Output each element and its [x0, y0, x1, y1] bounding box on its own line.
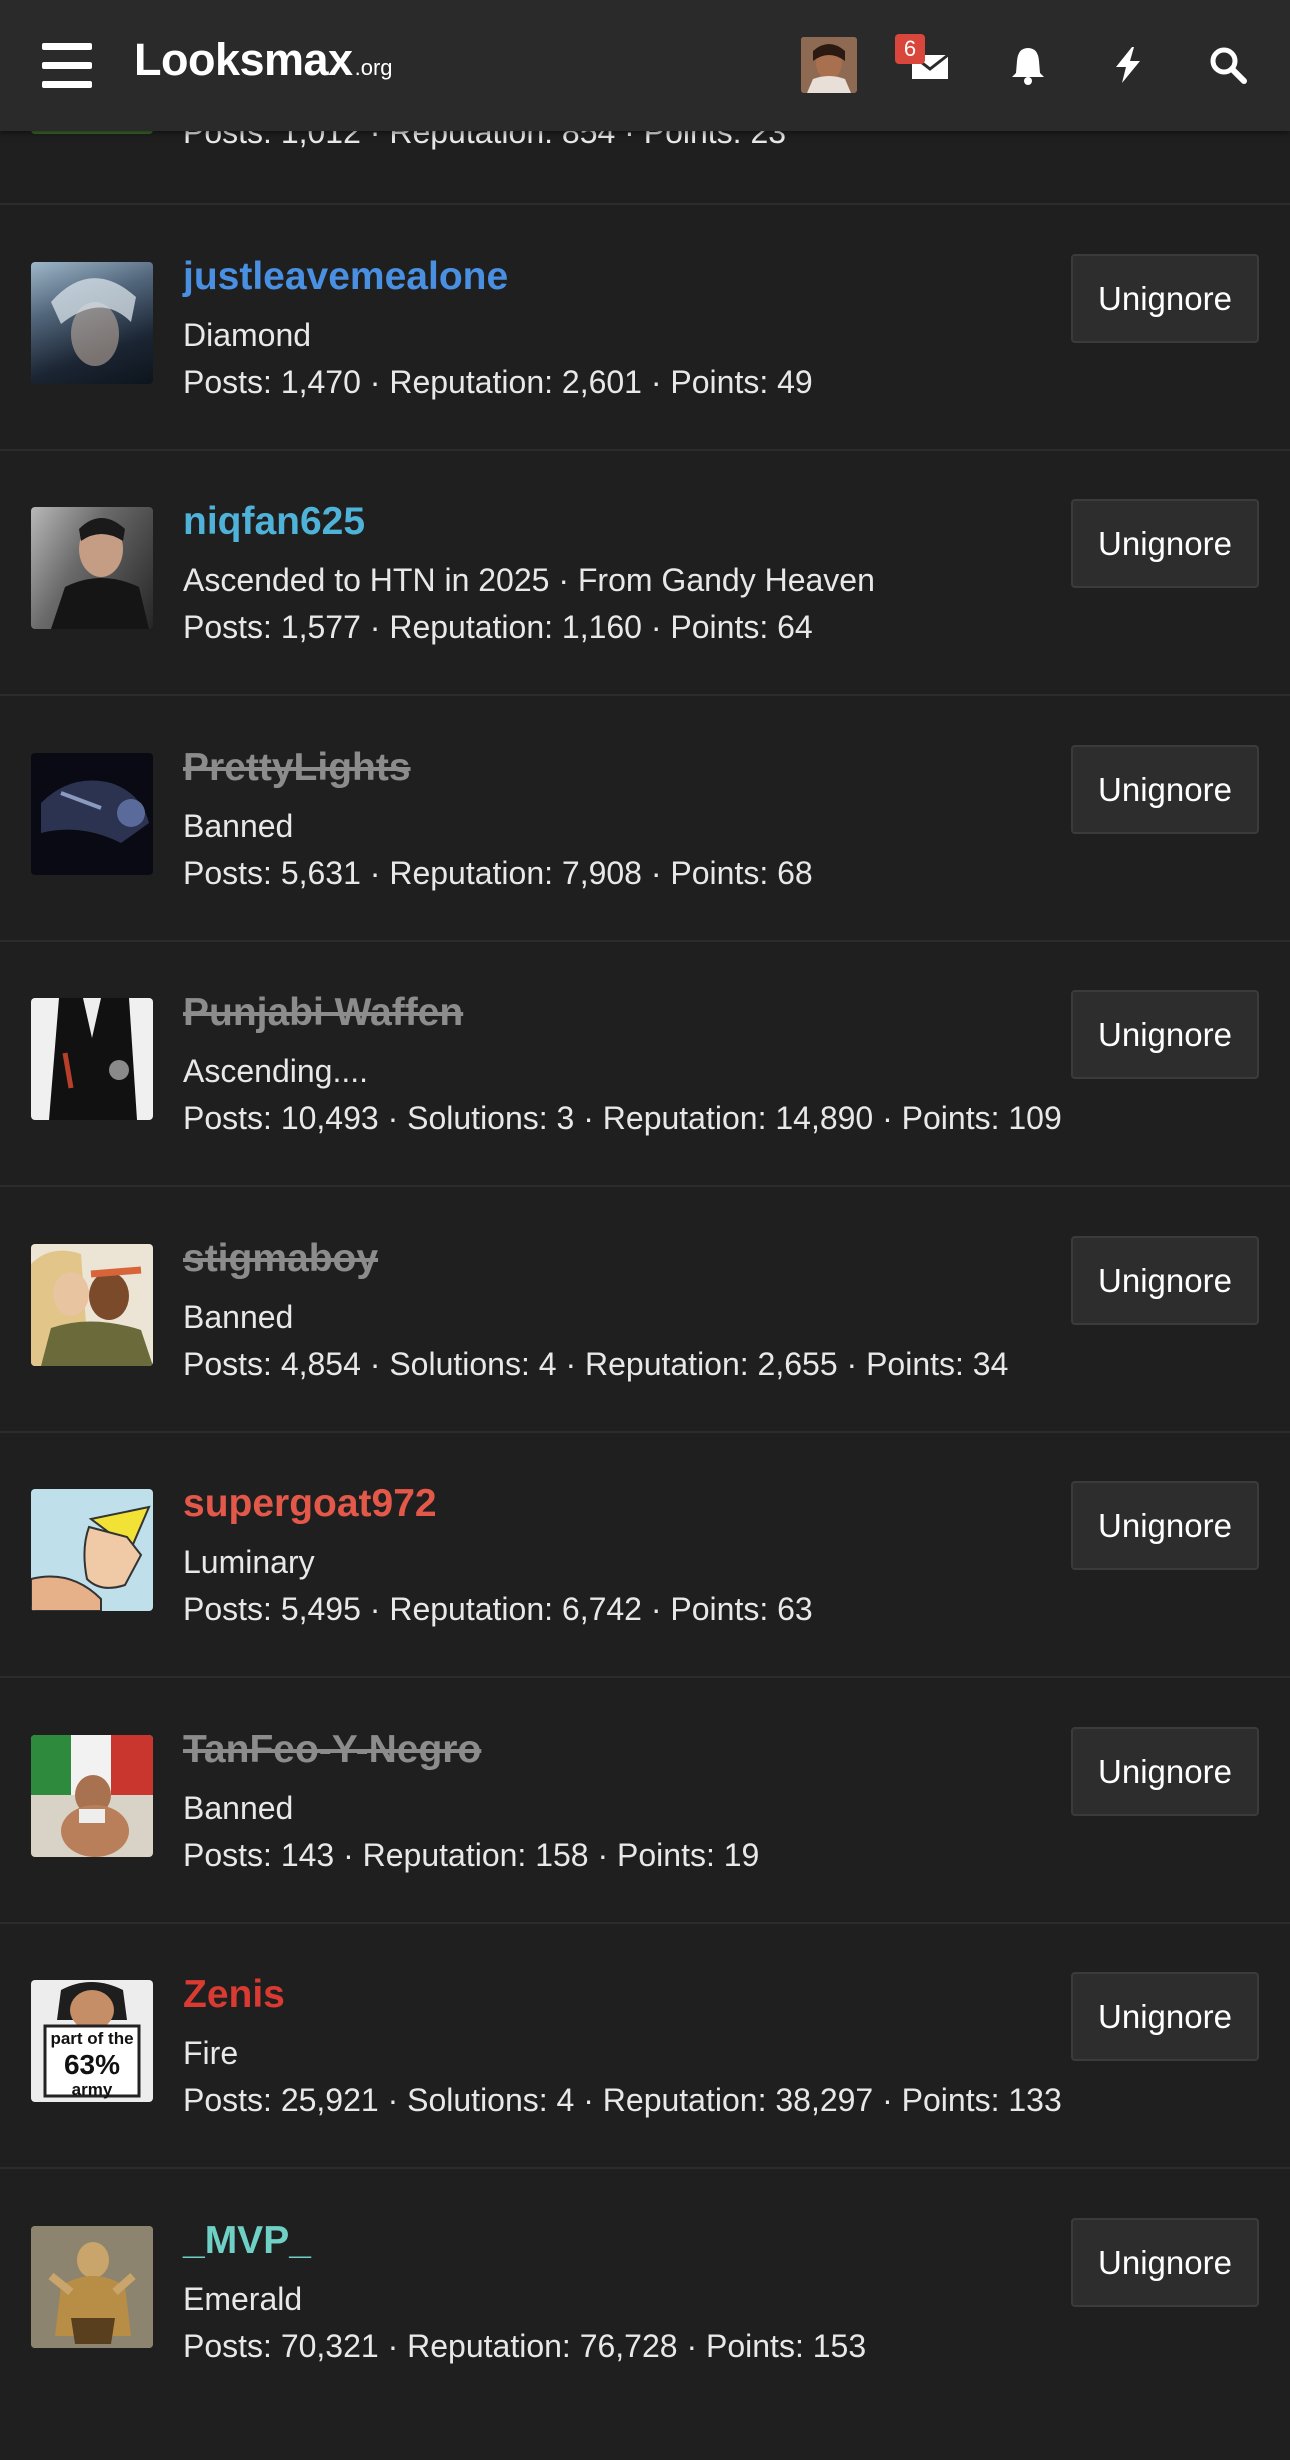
unignore-button[interactable]: Unignore: [1071, 745, 1259, 834]
user-title: Diamond: [183, 317, 312, 353]
site-logo[interactable]: Lᴏᴏksmax.org: [134, 34, 393, 94]
search-icon: [1210, 47, 1247, 84]
avatar[interactable]: [31, 507, 153, 629]
top-navigation-bar: Lᴏᴏksmax.org 6: [0, 0, 1290, 131]
user-title: Ascended to HTN in 2025 · From Gandy Hea…: [183, 562, 875, 598]
username[interactable]: Zenis: [183, 1973, 285, 2017]
username[interactable]: niqfan625: [183, 500, 365, 544]
list-item: TanFeo-Y-Negro Banned Posts: 143 · Reput…: [0, 1680, 1290, 1924]
account-avatar[interactable]: [801, 37, 857, 93]
user-title: Fire: [183, 2035, 239, 2071]
unignore-button[interactable]: Unignore: [1071, 1481, 1259, 1570]
user-title: Luminary: [183, 1544, 315, 1580]
username[interactable]: TanFeo-Y-Negro: [183, 1728, 481, 1772]
user-stats: Posts: 143 · Reputation: 158 · Points: 1…: [183, 1837, 760, 1873]
menu-icon[interactable]: [42, 43, 92, 89]
list-item: niqfan625 Ascended to HTN in 2025 · From…: [0, 452, 1290, 696]
list-item: supergoat972 Luminary Posts: 5,495 · Rep…: [0, 1434, 1290, 1678]
user-stats: Posts: 1,577 · Reputation: 1,160 · Point…: [183, 609, 813, 645]
avatar[interactable]: [31, 998, 153, 1120]
avatar[interactable]: [31, 1735, 153, 1857]
user-title: Banned: [183, 1299, 294, 1335]
user-stats: Posts: 5,631 · Reputation: 7,908 · Point…: [183, 855, 813, 891]
username[interactable]: PrettyLights: [183, 746, 411, 790]
avatar[interactable]: part of the 63% army: [31, 1980, 153, 2102]
user-stats: Posts: 1,470 · Reputation: 2,601 · Point…: [183, 364, 813, 400]
bell-icon: [1012, 48, 1044, 85]
list-item: _MVP_ Emerald Posts: 70,321 · Reputation…: [0, 2171, 1290, 2415]
user-stats: Posts: 25,921 · Solutions: 4 · Reputatio…: [183, 2082, 1062, 2118]
username[interactable]: Punjabi Waffen: [183, 991, 463, 1035]
avatar[interactable]: [31, 1244, 153, 1366]
unignore-button[interactable]: Unignore: [1071, 499, 1259, 588]
search-button[interactable]: [1197, 34, 1259, 96]
unignore-button[interactable]: Unignore: [1071, 2218, 1259, 2307]
username[interactable]: supergoat972: [183, 1482, 437, 1526]
username[interactable]: _MVP_: [183, 2219, 311, 2263]
list-item: justleavemealone Diamond Posts: 1,470 · …: [0, 207, 1290, 451]
user-title: Banned: [183, 1790, 294, 1826]
list-item: stigmaboy Banned Posts: 4,854 · Solution…: [0, 1189, 1290, 1433]
alerts-button[interactable]: [997, 34, 1059, 96]
unignore-button[interactable]: Unignore: [1071, 1972, 1259, 2061]
avatar[interactable]: [31, 753, 153, 875]
avatar[interactable]: [31, 262, 153, 384]
user-stats: Posts: 70,321 · Reputation: 76,728 · Poi…: [183, 2328, 867, 2364]
unignore-button[interactable]: Unignore: [1071, 254, 1259, 343]
unignore-button[interactable]: Unignore: [1071, 1236, 1259, 1325]
list-item: part of the 63% army Zenis Fire Posts: 2…: [0, 1925, 1290, 2169]
avatar[interactable]: [31, 2226, 153, 2348]
whats-new-button[interactable]: [1097, 34, 1159, 96]
avatar[interactable]: [31, 1489, 153, 1611]
username[interactable]: stigmaboy: [183, 1237, 378, 1281]
unignore-button[interactable]: Unignore: [1071, 990, 1259, 1079]
user-title: Emerald: [183, 2281, 303, 2317]
user-stats: Posts: 4,854 · Solutions: 4 · Reputation…: [183, 1346, 1009, 1382]
list-item: PrettyLights Banned Posts: 5,631 · Reput…: [0, 698, 1290, 942]
inbox-count-badge: 6: [895, 34, 925, 64]
list-item: Punjabi Waffen Ascending.... Posts: 10,4…: [0, 943, 1290, 1187]
user-title: Banned: [183, 808, 294, 844]
unignore-button[interactable]: Unignore: [1071, 1727, 1259, 1816]
user-title: Ascending....: [183, 1053, 368, 1089]
lightning-icon: [1116, 47, 1140, 83]
avatar-sign-text: part of the 63% army: [50, 2029, 134, 2099]
user-stats: Posts: 5,495 · Reputation: 6,742 · Point…: [183, 1591, 813, 1627]
username[interactable]: justleavemealone: [183, 255, 508, 299]
user-stats: Posts: 10,493 · Solutions: 3 · Reputatio…: [183, 1100, 1062, 1136]
